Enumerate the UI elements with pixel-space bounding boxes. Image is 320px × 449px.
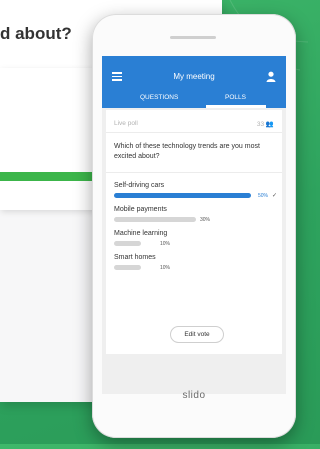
option-percent: 10%	[160, 241, 171, 247]
option-result-bar	[114, 265, 254, 270]
participants-icon: 👥	[265, 121, 274, 128]
voted-check-icon: ✓	[272, 193, 278, 199]
app-bar: My meeting QUESTIONS POLLS	[102, 56, 286, 108]
poll-option: Smart homes 10%	[114, 254, 278, 271]
poll-question: Which of these technology trends are you…	[114, 143, 260, 160]
divider	[106, 132, 282, 133]
tab-questions[interactable]: QUESTIONS	[140, 94, 178, 101]
option-result-fill	[114, 217, 196, 222]
slido-logo: slido	[182, 390, 206, 401]
option-result-bar	[114, 193, 254, 198]
option-percent: 10%	[160, 265, 171, 271]
option-label: Smart homes	[114, 254, 156, 261]
active-tab-indicator	[206, 105, 266, 108]
poll-card: Live poll 33 👥 Which of these technology…	[106, 110, 282, 354]
tab-polls[interactable]: POLLS	[225, 94, 246, 101]
option-percent: 30%	[200, 217, 211, 223]
option-percent: 50%	[258, 193, 269, 199]
phone: My meeting QUESTIONS POLLS Live poll 33 …	[92, 14, 296, 438]
option-result-fill	[114, 241, 142, 246]
poll-option: Mobile payments 30%	[114, 206, 278, 223]
desktop-question-text: d about?	[0, 24, 72, 43]
meeting-title: My meeting	[173, 72, 215, 81]
user-icon[interactable]	[266, 70, 276, 82]
option-result-fill	[114, 265, 142, 270]
option-label: Mobile payments	[114, 206, 167, 213]
option-label: Machine learning	[114, 230, 168, 237]
poll-option: Machine learning 10%	[114, 230, 278, 247]
phone-screen: My meeting QUESTIONS POLLS Live poll 33 …	[102, 56, 286, 394]
option-result-bar	[114, 241, 254, 246]
option-result-bar	[114, 217, 254, 222]
poll-status: Live poll	[114, 120, 138, 127]
divider	[106, 172, 282, 173]
phone-speaker	[170, 36, 216, 39]
edit-vote-button[interactable]: Edit vote	[170, 326, 224, 343]
option-result-fill	[114, 193, 251, 198]
poll-option: Self-driving cars 50% ✓	[114, 182, 278, 199]
participant-count-value: 33	[256, 121, 265, 128]
participant-count: 33 👥	[257, 120, 274, 128]
option-label: Self-driving cars	[114, 182, 165, 189]
